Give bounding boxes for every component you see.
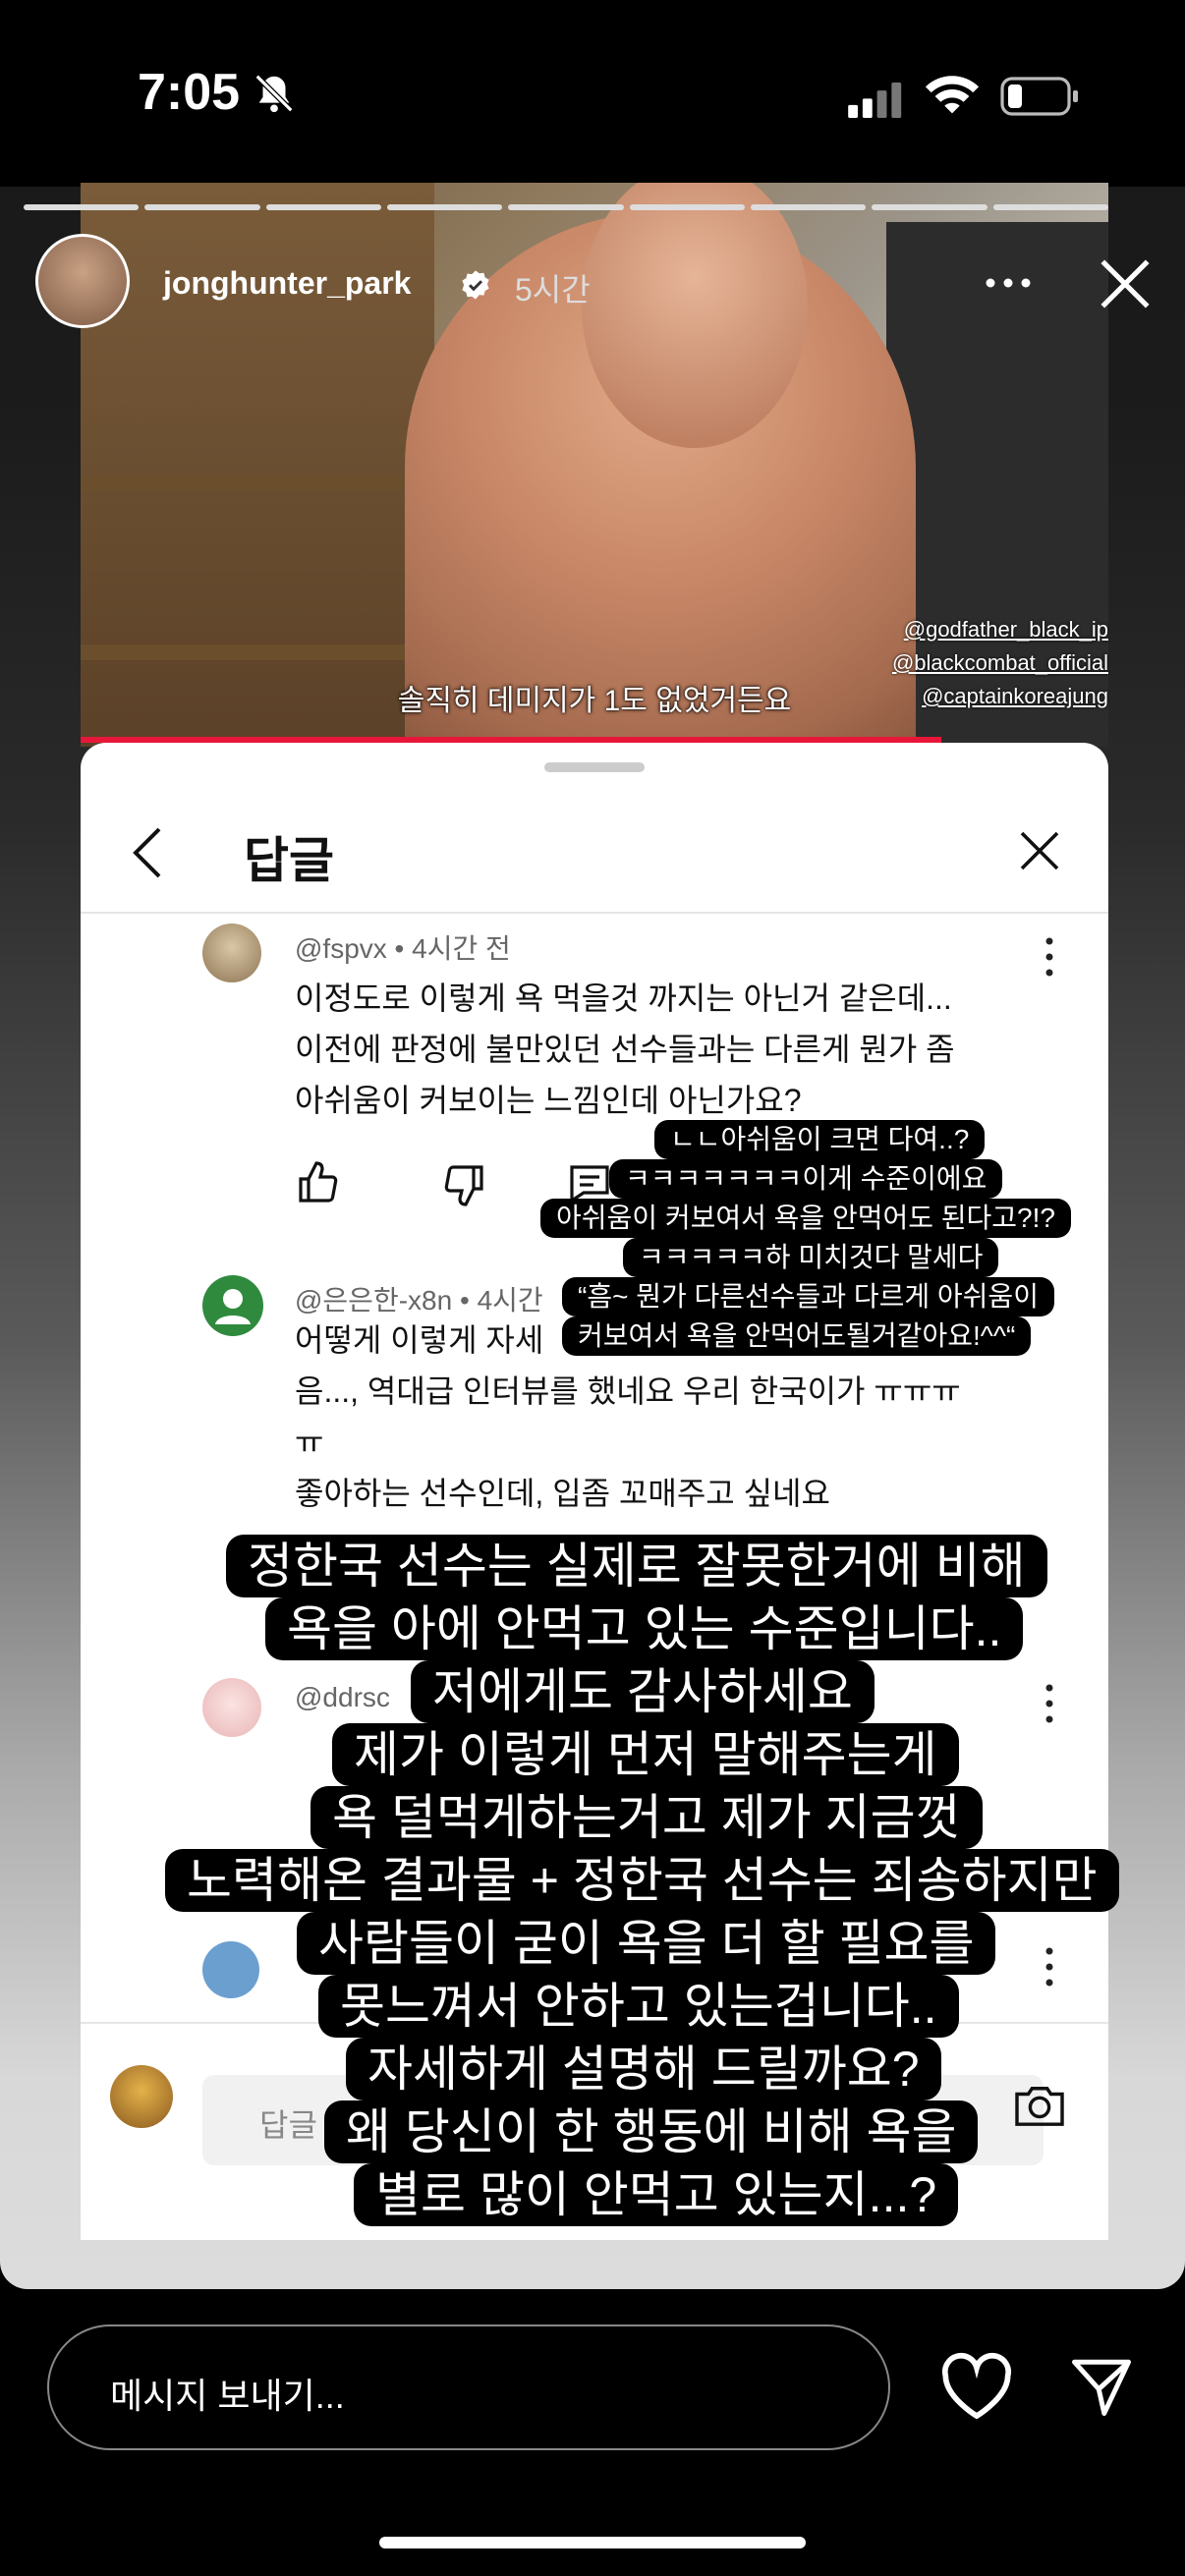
comment-line: 아쉬움이 커보이는 느낌인데 아닌가요? — [295, 1083, 802, 1118]
caption-line: 커보여서 욕을 안먹어도될거같아요!^^“ — [562, 1316, 1032, 1356]
status-time: 7:05 — [138, 64, 241, 121]
like-icon[interactable] — [295, 1159, 342, 1206]
caption-line: ㅋㅋㅋㅋㅋ하 미치것다 말세다 — [623, 1238, 999, 1277]
comment-time: 4시간 — [477, 1285, 543, 1316]
comment-time: 4시간 전 — [412, 933, 511, 964]
caption-line: “흠~ 뭔가 다른선수들과 다르게 아쉬움이 — [562, 1277, 1054, 1316]
story-segment — [872, 204, 988, 210]
story-segment — [24, 204, 140, 210]
story-time: 5시간 — [515, 272, 591, 308]
caption-line: 정한국 선수는 실제로 잘못한거에 비해 — [226, 1535, 1047, 1597]
comment-menu-icon[interactable] — [1044, 1945, 1055, 1988]
story-segment — [386, 204, 503, 210]
comment-menu-icon[interactable] — [1044, 935, 1055, 979]
comment-avatar[interactable] — [202, 1275, 263, 1336]
comment-line: 이전에 판정에 불만있던 선수들과는 다른게 뭔가 좀 — [295, 1032, 955, 1067]
caption-line: 자세하게 설명해 드릴까요? — [346, 2038, 941, 2100]
story-segment — [144, 204, 260, 210]
caption-line: 제가 이렇게 먼저 말해주는게 — [332, 1723, 959, 1786]
caption-line: 욕을 아에 안먹고 있는 수준입니다.. — [265, 1597, 1024, 1660]
close-sheet-icon[interactable] — [1016, 827, 1063, 874]
comment-line: 좋아하는 선수인데, 입좀 꼬매주고 싶네요 — [295, 1476, 830, 1511]
video-credits: @godfather_black_ip @blackcombat_officia… — [892, 613, 1108, 713]
story-segment — [265, 204, 381, 210]
story-segment — [992, 204, 1108, 210]
caption-line: 아쉬움이 커보여서 욕을 안먹어도 된다고?!? — [540, 1199, 1071, 1238]
caption-line: 저에게도 감사하세요 — [411, 1660, 875, 1723]
heart-icon[interactable] — [939, 2352, 1014, 2421]
caption-line: 못느껴서 안하고 있는겁니다.. — [318, 1975, 959, 2038]
caption-line: 노력해온 결과물 + 정한국 선수는 죄송하지만 — [165, 1849, 1119, 1912]
profile-avatar[interactable] — [35, 234, 130, 328]
caption-line: 왜 당신이 한 행동에 비해 욕을 — [324, 2100, 979, 2163]
caption-line: ㅋㅋㅋㅋㅋㅋㅋ이게 수준이에요 — [609, 1159, 1003, 1199]
comment-handle[interactable]: @ddrsc — [295, 1682, 390, 1713]
caption-line: 사람들이 굳이 욕을 더 할 필요를 — [297, 1912, 996, 1975]
credit-tag: @blackcombat_official — [891, 650, 1108, 675]
my-avatar[interactable] — [110, 2065, 173, 2128]
credit-tag: @captainkoreajung — [922, 684, 1108, 708]
silent-bell-icon — [254, 74, 294, 113]
caption-line: 별로 많이 안먹고 있는지...? — [354, 2163, 959, 2226]
story-reply-bar: 메시지 보내기... — [0, 2289, 1185, 2576]
story-segment — [508, 204, 624, 210]
verified-badge-icon — [462, 270, 489, 300]
more-options-icon[interactable] — [981, 263, 1036, 303]
comment-handle[interactable]: @은은한-x8n • 4시간 — [295, 1279, 543, 1318]
message-placeholder: 메시지 보내기... — [110, 2376, 345, 2416]
comment-handle[interactable]: @fspvx • 4시간 전 — [295, 927, 511, 967]
close-icon[interactable] — [1095, 253, 1156, 314]
sheet-header — [81, 743, 1108, 914]
comment-line: ㅠ — [295, 1425, 324, 1460]
send-icon[interactable] — [1067, 2354, 1136, 2419]
comment-line: 이정도로 이렇게 욕 먹을것 까지는 아닌거 같은데... — [295, 980, 952, 1016]
dislike-icon[interactable] — [440, 1161, 487, 1208]
caption-line: 욕 덜먹게하는거고 제가 지금껏 — [310, 1786, 983, 1849]
comment-avatar[interactable] — [202, 1678, 261, 1737]
wifi-icon — [925, 76, 980, 114]
story-segment — [750, 204, 867, 210]
comment-avatar[interactable] — [202, 924, 261, 982]
back-arrow-icon[interactable] — [130, 823, 165, 882]
camera-icon[interactable] — [1012, 2083, 1067, 2128]
credit-tag: @godfather_black_ip — [903, 617, 1108, 642]
battery-icon — [1000, 77, 1078, 116]
comment-menu-icon[interactable] — [1044, 1682, 1055, 1725]
home-indicator[interactable] — [379, 2537, 806, 2548]
story-progress — [24, 204, 1108, 210]
comment-avatar[interactable] — [202, 1941, 259, 1998]
story-username[interactable]: jonghunter_park — [163, 265, 411, 302]
message-input[interactable]: 메시지 보내기... — [47, 2324, 890, 2450]
cellular-signal-icon — [848, 83, 902, 118]
sheet-title: 답글 — [244, 833, 334, 888]
story-segment — [629, 204, 745, 210]
comment-line: 음..., 역대급 인터뷰를 했네요 우리 한국이가 ㅠㅠㅠ — [295, 1373, 961, 1409]
comment-text: 이정도로 이렇게 욕 먹을것 까지는 아닌거 같은데... 이전에 판정에 불만… — [295, 973, 955, 1126]
caption-line: ㄴㄴ아쉬움이 크면 다여..? — [654, 1120, 986, 1159]
